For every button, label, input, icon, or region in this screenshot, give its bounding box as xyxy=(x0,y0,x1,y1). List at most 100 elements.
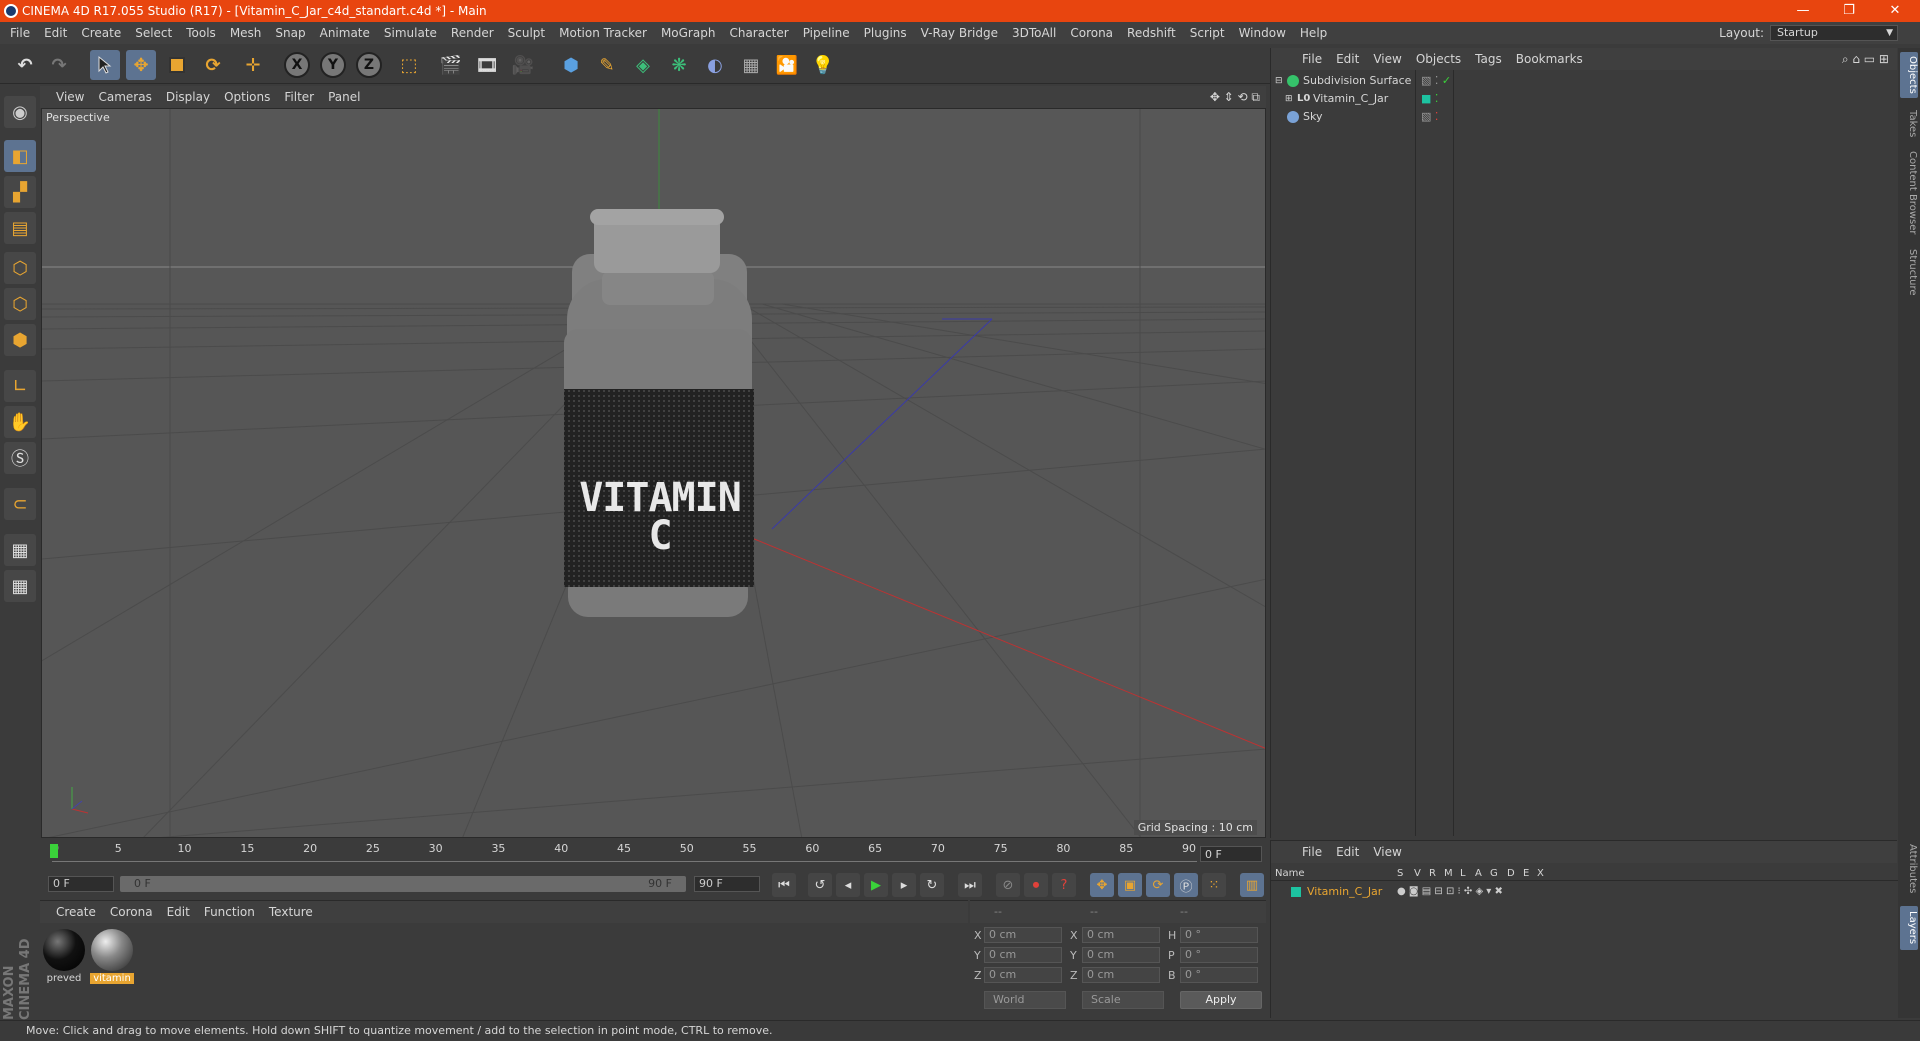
scale-tool-icon[interactable] xyxy=(162,50,192,80)
cloner-icon[interactable]: ❋ xyxy=(664,50,694,80)
menu-character[interactable]: Character xyxy=(722,22,795,44)
menu-simulate[interactable]: Simulate xyxy=(377,22,444,44)
material-menu-create[interactable]: Create xyxy=(40,901,103,923)
menu-sculpt[interactable]: Sculpt xyxy=(501,22,552,44)
3d-viewport[interactable]: VITAMIN C Perspective Grid Spacing : 10 … xyxy=(41,108,1266,838)
visibility-toggle-icon[interactable]: ▧ ⁚ xyxy=(1421,108,1438,126)
menu-mograph[interactable]: MoGraph xyxy=(654,22,723,44)
next-frame-icon[interactable]: ▸ xyxy=(892,873,916,897)
material-menu-function[interactable]: Function xyxy=(197,901,262,923)
playhead-marker[interactable] xyxy=(50,844,58,858)
light-icon[interactable]: 💡 xyxy=(808,50,838,80)
render-settings-icon[interactable]: 🎥 xyxy=(508,50,538,80)
object-row-subdivision-surface[interactable]: ⊟ Subdivision Surface ▧ ⁚ ✓ xyxy=(1271,72,1898,90)
z-axis-lock-icon[interactable]: Z xyxy=(356,52,382,78)
redo-icon[interactable]: ↷ xyxy=(44,50,74,80)
menu-motion-tracker[interactable]: Motion Tracker xyxy=(552,22,654,44)
model-mode-icon[interactable]: ◧ xyxy=(4,140,36,172)
previous-frame-icon[interactable]: ◂ xyxy=(836,873,860,897)
size-x-field[interactable]: 0 cm xyxy=(1082,927,1160,943)
object-menu-bookmarks[interactable]: Bookmarks xyxy=(1509,48,1590,70)
tweak-mode-icon[interactable]: ✋ xyxy=(4,406,36,438)
visibility-toggle-icon[interactable]: ▧ ⁚ ✓ xyxy=(1421,72,1451,90)
material-menu-corona[interactable]: Corona xyxy=(103,901,160,923)
material-menu-texture[interactable]: Texture xyxy=(262,901,320,923)
current-frame-field[interactable]: 0 F xyxy=(1200,846,1262,862)
tab-attributes[interactable]: Attributes xyxy=(1900,838,1918,900)
object-row-sky[interactable]: Sky ▧ ⁚ xyxy=(1271,108,1898,126)
key-point-level-icon[interactable]: ⁙ xyxy=(1202,873,1226,897)
start-frame-field[interactable]: 0 F xyxy=(48,876,114,892)
record-keys-icon[interactable]: ⊘ xyxy=(996,873,1020,897)
layer-toggle-icons[interactable]: ● ◙ ▤ ⊟ ⊡ ⁝ ✣ ◈ ▾ ✖ xyxy=(1397,883,1503,901)
object-menu-tags[interactable]: Tags xyxy=(1468,48,1509,70)
size-y-field[interactable]: 0 cm xyxy=(1082,947,1160,963)
next-key-icon[interactable]: ↻ xyxy=(920,873,944,897)
menu-snap[interactable]: Snap xyxy=(268,22,312,44)
render-to-picture-viewer-icon[interactable]: 🎞 xyxy=(472,50,502,80)
end-frame-field[interactable]: 90 F xyxy=(694,876,760,892)
pen-spline-icon[interactable]: ✎ xyxy=(592,50,622,80)
collapse-icon[interactable]: ⊟ xyxy=(1275,72,1283,90)
position-x-field[interactable]: 0 cm xyxy=(984,927,1062,943)
go-to-start-icon[interactable]: ⏮ xyxy=(772,873,796,897)
menu-redshift[interactable]: Redshift xyxy=(1120,22,1183,44)
floor-icon[interactable]: ▦ xyxy=(736,50,766,80)
timeline-window-icon[interactable]: ▥ xyxy=(1240,873,1264,897)
axis-mode-icon[interactable]: ∟ xyxy=(4,370,36,402)
apply-button[interactable]: Apply xyxy=(1180,991,1262,1009)
material-preved[interactable]: preved xyxy=(42,929,86,984)
menu-render[interactable]: Render xyxy=(444,22,501,44)
go-to-end-icon[interactable]: ⏭ xyxy=(958,873,982,897)
coordinate-space-dropdown[interactable]: World xyxy=(984,991,1066,1009)
maximize-button[interactable]: ❐ xyxy=(1826,0,1872,22)
menu-corona[interactable]: Corona xyxy=(1063,22,1120,44)
points-mode-icon[interactable]: ⬡ xyxy=(4,252,36,284)
size-mode-dropdown[interactable]: Scale xyxy=(1082,991,1164,1009)
key-scale-icon[interactable]: ▣ xyxy=(1118,873,1142,897)
y-axis-lock-icon[interactable]: Y xyxy=(320,52,346,78)
undo-icon[interactable]: ↶ xyxy=(10,50,40,80)
menu-file[interactable]: File xyxy=(0,22,37,44)
render-view-icon[interactable]: 🎬 xyxy=(436,50,466,80)
key-position-icon[interactable]: ✥ xyxy=(1090,873,1114,897)
layer-color-swatch[interactable] xyxy=(1291,887,1301,897)
position-y-field[interactable]: 0 cm xyxy=(984,947,1062,963)
tab-takes[interactable]: Takes xyxy=(1900,106,1918,142)
autokey-icon[interactable]: ⏺ xyxy=(1024,873,1048,897)
menu-edit[interactable]: Edit xyxy=(37,22,74,44)
edges-mode-icon[interactable]: ⬡ xyxy=(4,288,36,320)
expand-icon[interactable]: ⊞ xyxy=(1285,90,1293,108)
viewport-menu-options[interactable]: Options xyxy=(217,86,277,108)
object-menu-objects[interactable]: Objects xyxy=(1409,48,1468,70)
menu-mesh[interactable]: Mesh xyxy=(223,22,269,44)
deformer-icon[interactable]: ◐ xyxy=(700,50,730,80)
key-rotation-icon[interactable]: ⟳ xyxy=(1146,873,1170,897)
key-parameter-icon[interactable]: Ⓟ xyxy=(1174,873,1198,897)
viewport-menu-display[interactable]: Display xyxy=(159,86,217,108)
object-menu-view[interactable]: View xyxy=(1366,48,1408,70)
polygons-mode-icon[interactable]: ⬢ xyxy=(4,324,36,356)
menu-plugins[interactable]: Plugins xyxy=(857,22,914,44)
locked-workplane-icon[interactable]: ▦ xyxy=(4,534,36,566)
frame-range-slider[interactable]: 0 F 90 F xyxy=(120,876,686,892)
planar-workplane-icon[interactable]: ▦ xyxy=(4,570,36,602)
play-icon[interactable]: ▶ xyxy=(864,873,888,897)
material-menu-edit[interactable]: Edit xyxy=(160,901,197,923)
layer-menu-file[interactable]: File xyxy=(1295,841,1329,863)
menu-tools[interactable]: Tools xyxy=(179,22,223,44)
move-tool-icon[interactable]: ✥ xyxy=(126,50,156,80)
camera-icon[interactable]: 🎦 xyxy=(772,50,802,80)
snap-magnet-icon[interactable]: ⊂ xyxy=(4,488,36,520)
rotation-h-field[interactable]: 0 ° xyxy=(1180,927,1258,943)
close-button[interactable]: ✕ xyxy=(1872,0,1918,22)
rotate-tool-icon[interactable]: ⟳ xyxy=(198,50,228,80)
menu-window[interactable]: Window xyxy=(1232,22,1293,44)
menu-3dtoall[interactable]: 3DToAll xyxy=(1005,22,1063,44)
tab-layers[interactable]: Layers xyxy=(1900,906,1918,950)
menu-help[interactable]: Help xyxy=(1293,22,1334,44)
object-menu-edit[interactable]: Edit xyxy=(1329,48,1366,70)
rotation-p-field[interactable]: 0 ° xyxy=(1180,947,1258,963)
layout-dropdown[interactable]: Startup ▼ xyxy=(1770,25,1898,41)
coordinate-system-icon[interactable]: ⬚ xyxy=(394,50,424,80)
